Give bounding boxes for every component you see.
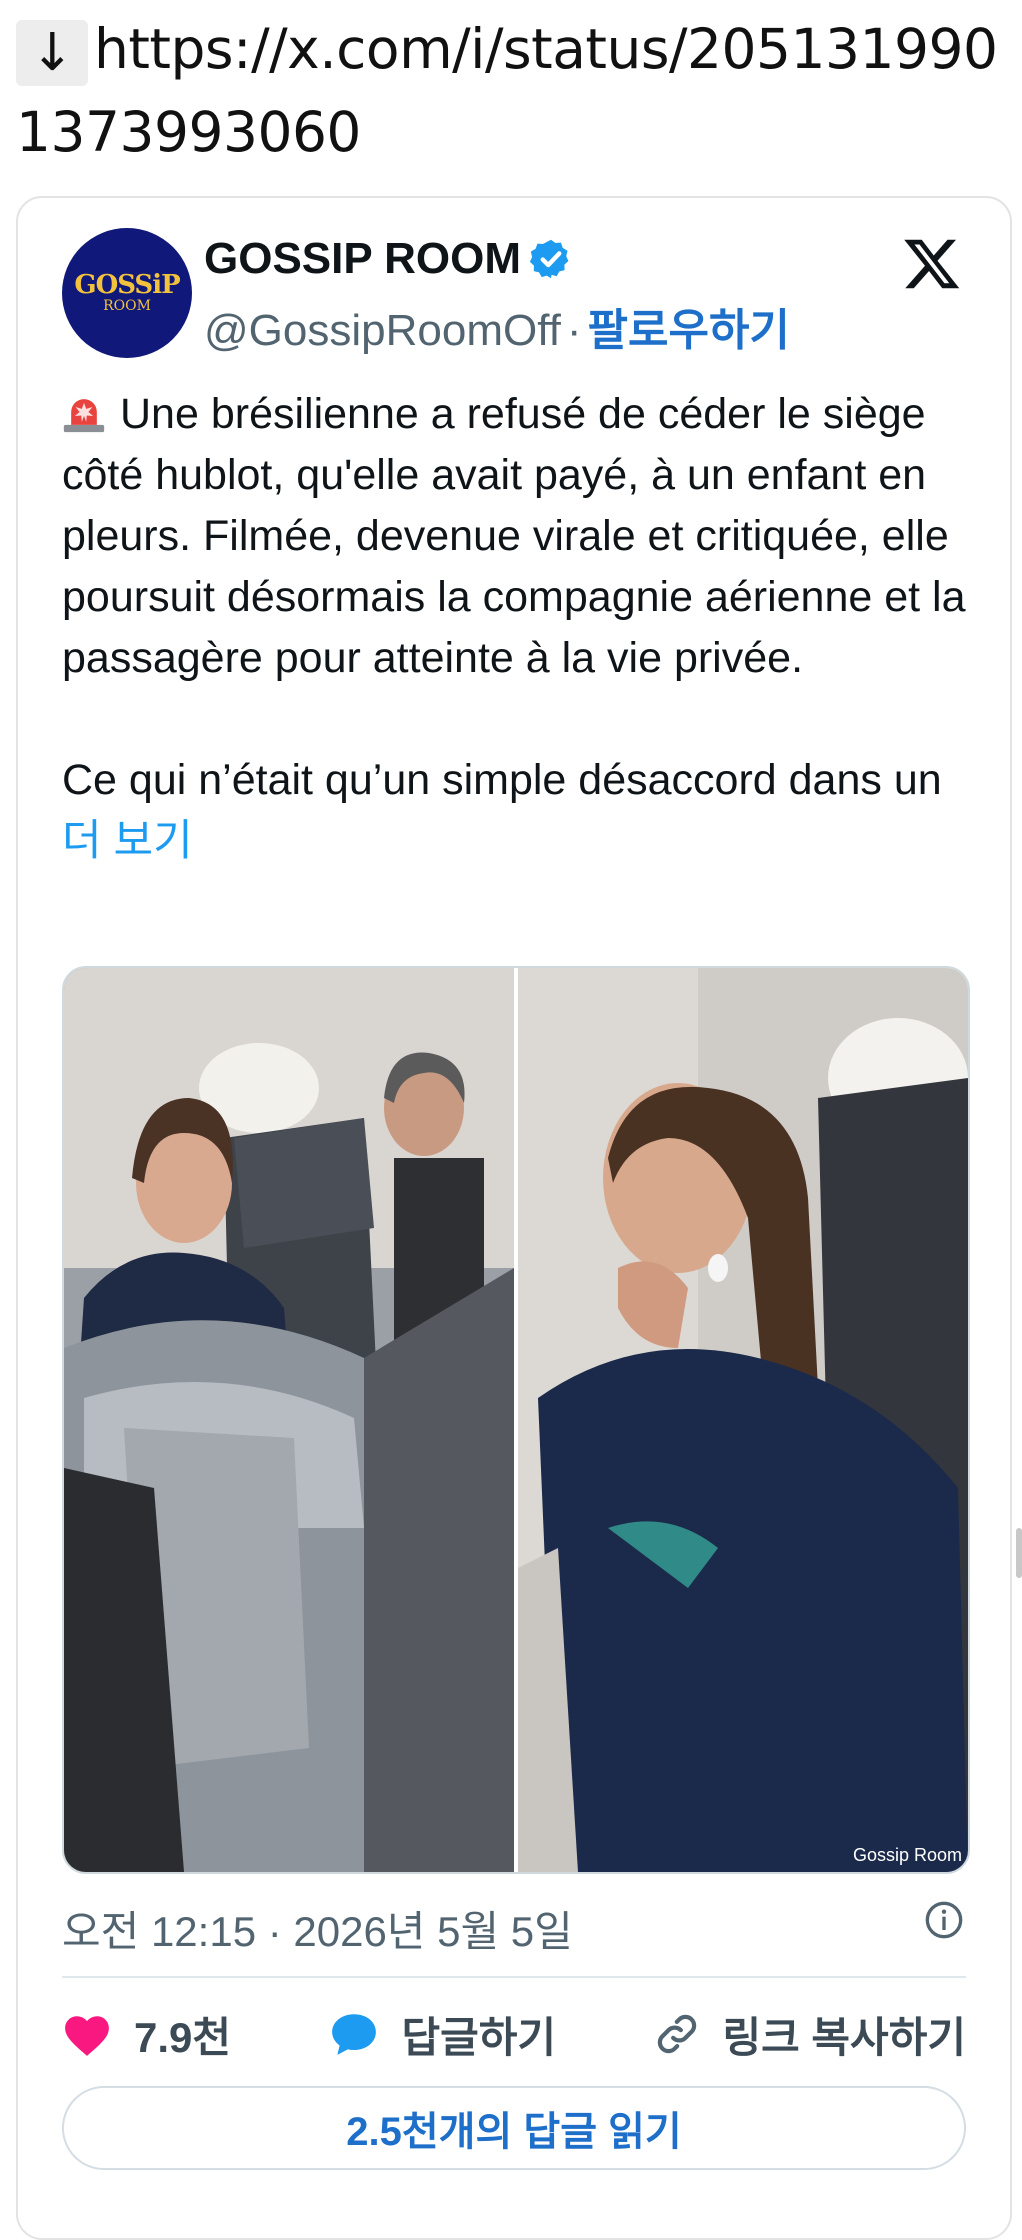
tweet-paragraph-1: Une brésilienne a refusé de céder le siè…	[62, 384, 972, 689]
show-more-link[interactable]: 더 보기	[62, 817, 193, 865]
avatar-text-top: GOSSiP	[74, 270, 180, 300]
copy-link-button[interactable]: 링크 복사하기	[654, 2004, 966, 2065]
link-icon	[658, 2014, 697, 2054]
embedded-tweet-card[interactable]: GOSSiP ROOM GOSSIP ROOM @GossipRoomOff · 팔…	[16, 196, 1012, 2240]
like-count: 7.9천	[134, 2013, 232, 2061]
reply-bubble-icon	[332, 2014, 377, 2055]
media-watermark: Gossip Room	[852, 1845, 962, 1865]
airplane-cabin-scene-left	[64, 968, 514, 1872]
siren-emoji-icon	[63, 399, 105, 433]
display-name[interactable]: GOSSIP ROOM	[204, 234, 573, 284]
tweet-timestamp[interactable]: 오전 12:15 · 2026년 5월 5일	[62, 1898, 573, 1959]
handle[interactable]: @GossipRoomOff	[204, 306, 561, 355]
display-name-text: GOSSIP ROOM	[204, 234, 522, 283]
like-button[interactable]: 7.9천	[62, 2004, 231, 2065]
reply-button[interactable]: 답글하기	[329, 2004, 556, 2065]
media-left-panel	[64, 968, 514, 1872]
reply-label: 답글하기	[401, 2013, 557, 2061]
handle-separator: ·	[566, 306, 582, 355]
media-right-panel: Gossip Room	[518, 968, 968, 1872]
read-replies-button[interactable]: 2.5천개의 답글 읽기	[62, 2086, 966, 2170]
airplane-cabin-scene-right	[518, 968, 968, 1872]
tweet-paragraph-2: Ce qui n’était qu’un simple désaccord da…	[62, 750, 972, 872]
down-arrow-icon: ↓	[16, 19, 88, 86]
follow-button[interactable]: 팔로우하기	[588, 306, 790, 355]
tweet-text: Une brésilienne a refusé de céder le siè…	[62, 384, 972, 872]
tweet-url[interactable]: https://x.com/i/status/20513199013739930…	[16, 17, 998, 164]
handle-row: @GossipRoomOff · 팔로우하기	[204, 294, 790, 358]
tweet-paragraph-2-text: Ce qui n’était qu’un simple désaccord da…	[62, 756, 942, 804]
avatar[interactable]: GOSSiP ROOM	[62, 228, 192, 358]
heart-icon	[65, 2016, 109, 2056]
copy-link-label: 링크 복사하기	[722, 2013, 966, 2061]
tweet-paragraph-1-text: Une brésilienne a refusé de céder le siè…	[62, 390, 966, 682]
x-logo-icon[interactable]	[902, 234, 962, 294]
info-icon[interactable]	[924, 1900, 964, 1940]
scrollbar-handle[interactable]	[1016, 1528, 1022, 1578]
divider	[62, 1976, 966, 1978]
verified-badge-icon	[529, 239, 569, 279]
avatar-text-bottom: ROOM	[103, 298, 151, 314]
tweet-actions: 7.9천 답글하기 링크 복사하기	[62, 1998, 966, 2070]
tweet-media[interactable]: Gossip Room	[62, 966, 970, 1874]
tweet-url-line[interactable]: ↓ https://x.com/i/status/2051319901373993…	[16, 8, 1006, 174]
